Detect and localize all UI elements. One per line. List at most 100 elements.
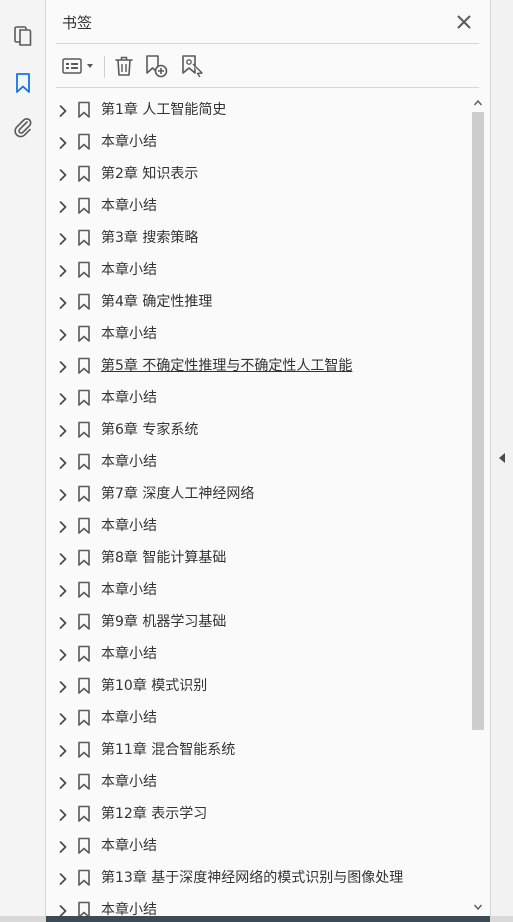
chevron-right-icon[interactable] [56, 839, 70, 853]
chevron-right-icon[interactable] [56, 903, 70, 916]
bookmark-item[interactable]: 本章小结 [46, 446, 468, 478]
bookmark-label[interactable]: 第12章 表示学习 [101, 805, 207, 823]
chevron-right-icon[interactable] [56, 551, 70, 565]
bookmark-label[interactable]: 第9章 机器学习基础 [101, 613, 226, 631]
bookmark-label[interactable]: 第10章 模式识别 [101, 677, 207, 695]
bookmark-item[interactable]: 本章小结 [46, 318, 468, 350]
bookmark-item[interactable]: 第11章 混合智能系统 [46, 734, 468, 766]
bookmark-item[interactable]: 第3章 搜索策略 [46, 222, 468, 254]
bookmark-item[interactable]: 本章小结 [46, 766, 468, 798]
bookmark-label[interactable]: 本章小结 [101, 709, 157, 727]
scroll-down-arrow-icon[interactable] [470, 900, 486, 914]
new-bookmark-icon[interactable] [144, 52, 170, 80]
bookmark-item[interactable]: 本章小结 [46, 574, 468, 606]
bookmark-item[interactable]: 本章小结 [46, 702, 468, 734]
chevron-right-icon[interactable] [56, 199, 70, 213]
bookmark-label[interactable]: 本章小结 [101, 645, 157, 663]
bookmark-label[interactable]: 本章小结 [101, 325, 157, 343]
bookmark-item[interactable]: 第2章 知识表示 [46, 158, 468, 190]
chevron-right-icon[interactable] [56, 391, 70, 405]
chevron-right-icon[interactable] [56, 231, 70, 245]
bookmark-icon [77, 741, 91, 759]
chevron-right-icon[interactable] [56, 519, 70, 533]
new-bookmark-from-structure-icon[interactable] [180, 52, 206, 80]
delete-bookmark-icon[interactable] [112, 52, 136, 80]
bookmark-icon [77, 229, 91, 247]
bookmark-item[interactable]: 本章小结 [46, 638, 468, 670]
chevron-right-icon[interactable] [56, 583, 70, 597]
bookmark-icon [77, 421, 91, 439]
bookmark-item[interactable]: 第9章 机器学习基础 [46, 606, 468, 638]
bookmark-label[interactable]: 本章小结 [101, 581, 157, 599]
bookmark-item[interactable]: 第5章 不确定性推理与不确定性人工智能 [46, 350, 468, 382]
chevron-right-icon[interactable] [56, 647, 70, 661]
bookmark-label[interactable]: 第5章 不确定性推理与不确定性人工智能 [101, 357, 352, 375]
bookmark-label[interactable]: 本章小结 [101, 133, 157, 151]
panel-header: 书签 [46, 0, 490, 44]
chevron-right-icon[interactable] [56, 103, 70, 117]
chevron-right-icon[interactable] [56, 167, 70, 181]
bookmark-item[interactable]: 本章小结 [46, 382, 468, 414]
bookmark-label[interactable]: 第13章 基于深度神经网络的模式识别与图像处理 [101, 869, 403, 887]
chevron-right-icon[interactable] [56, 775, 70, 789]
bookmark-label[interactable]: 第3章 搜索策略 [101, 229, 198, 247]
bookmark-item[interactable]: 第10章 模式识别 [46, 670, 468, 702]
bookmark-item[interactable]: 本章小结 [46, 510, 468, 542]
bookmark-label[interactable]: 第4章 确定性推理 [101, 293, 212, 311]
bookmark-item[interactable]: 第6章 专家系统 [46, 414, 468, 446]
chevron-right-icon[interactable] [56, 615, 70, 629]
chevron-right-icon[interactable] [56, 871, 70, 885]
bookmark-label[interactable]: 第11章 混合智能系统 [101, 741, 235, 759]
bookmarks-icon[interactable] [7, 67, 39, 99]
chevron-right-icon[interactable] [56, 455, 70, 469]
bookmark-item[interactable]: 本章小结 [46, 254, 468, 286]
bookmark-icon [77, 613, 91, 631]
scroll-up-arrow-icon[interactable] [470, 96, 486, 110]
bookmark-label[interactable]: 本章小结 [101, 453, 157, 471]
bookmark-item[interactable]: 第12章 表示学习 [46, 798, 468, 830]
bookmark-item[interactable]: 第8章 智能计算基础 [46, 542, 468, 574]
panel-collapse-strip [490, 0, 513, 916]
chevron-right-icon[interactable] [56, 423, 70, 437]
chevron-right-icon[interactable] [56, 711, 70, 725]
close-icon[interactable] [452, 10, 476, 34]
chevron-right-icon[interactable] [56, 263, 70, 277]
bookmark-label[interactable]: 第7章 深度人工神经网络 [101, 485, 254, 503]
bookmark-label[interactable]: 第6章 专家系统 [101, 421, 198, 439]
chevron-right-icon[interactable] [56, 135, 70, 149]
vertical-scrollbar[interactable] [470, 96, 486, 914]
bookmark-label[interactable]: 本章小结 [101, 517, 157, 535]
bookmark-item[interactable]: 第13章 基于深度神经网络的模式识别与图像处理 [46, 862, 468, 894]
bookmark-label[interactable]: 本章小结 [101, 773, 157, 791]
chevron-right-icon[interactable] [56, 359, 70, 373]
bookmark-label[interactable]: 本章小结 [101, 837, 157, 855]
chevron-right-icon[interactable] [56, 807, 70, 821]
bottom-bar-segment [46, 916, 490, 922]
bookmark-label[interactable]: 本章小结 [101, 261, 157, 279]
bookmark-label[interactable]: 第1章 人工智能简史 [101, 101, 226, 119]
bookmark-item[interactable]: 本章小结 [46, 190, 468, 222]
scroll-track[interactable] [472, 112, 484, 898]
bookmark-item[interactable]: 本章小结 [46, 830, 468, 862]
chevron-right-icon[interactable] [56, 487, 70, 501]
chevron-right-icon[interactable] [56, 295, 70, 309]
scroll-thumb[interactable] [472, 112, 484, 730]
bookmark-icon [77, 197, 91, 215]
chevron-right-icon[interactable] [56, 743, 70, 757]
bookmark-item[interactable]: 第7章 深度人工神经网络 [46, 478, 468, 510]
collapse-arrow-icon[interactable] [495, 448, 509, 468]
bookmark-item[interactable]: 本章小结 [46, 894, 468, 916]
bookmark-label[interactable]: 第2章 知识表示 [101, 165, 198, 183]
bookmark-label[interactable]: 本章小结 [101, 389, 157, 407]
attachments-icon[interactable] [7, 112, 39, 144]
bookmark-label[interactable]: 本章小结 [101, 901, 157, 916]
bookmark-label[interactable]: 本章小结 [101, 197, 157, 215]
chevron-right-icon[interactable] [56, 327, 70, 341]
bookmark-label[interactable]: 第8章 智能计算基础 [101, 549, 226, 567]
bookmark-item[interactable]: 第4章 确定性推理 [46, 286, 468, 318]
chevron-right-icon[interactable] [56, 679, 70, 693]
bookmark-item[interactable]: 第1章 人工智能简史 [46, 94, 468, 126]
options-menu-icon[interactable] [60, 52, 98, 80]
pages-icon[interactable] [7, 20, 39, 52]
bookmark-item[interactable]: 本章小结 [46, 126, 468, 158]
